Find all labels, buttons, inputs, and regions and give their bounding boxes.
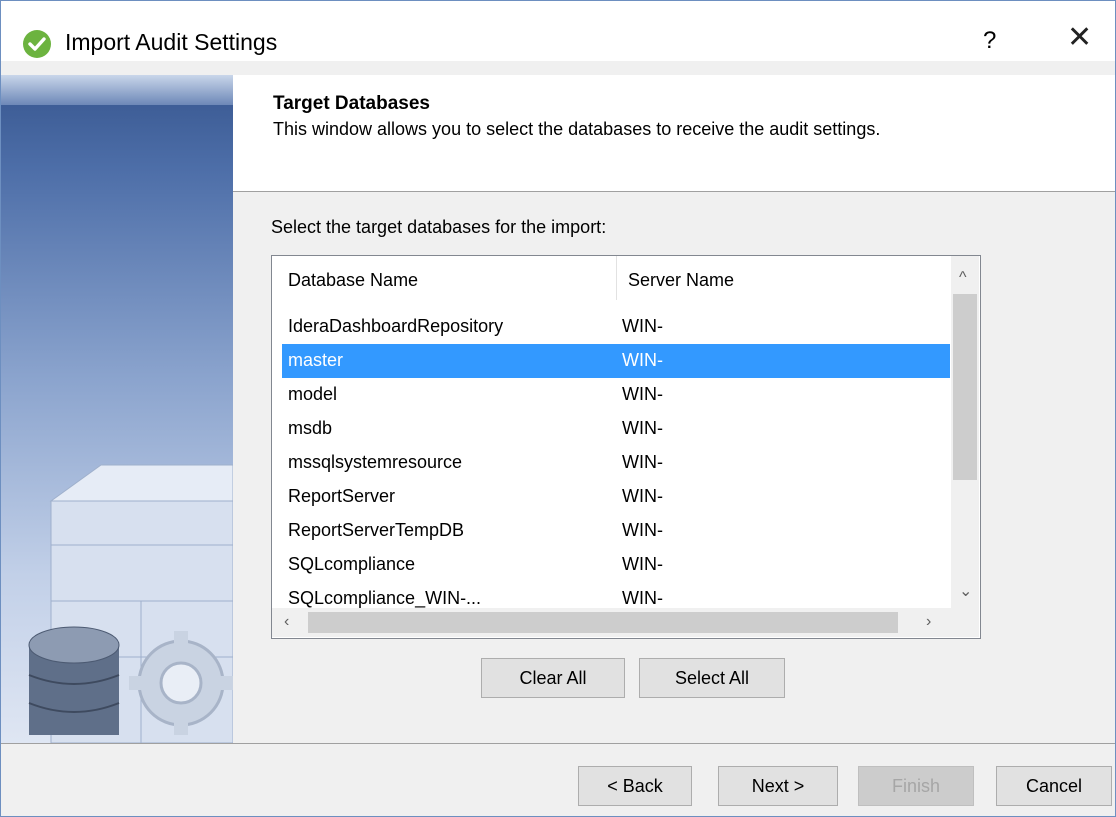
vertical-scroll-thumb[interactable] [953, 294, 977, 480]
scroll-up-arrow-icon[interactable]: ^ [959, 270, 967, 286]
import-audit-settings-dialog: Import Audit Settings ? ✕ Target Databas… [0, 0, 1116, 817]
server-name-cell: WIN- [622, 384, 663, 404]
server-name-cell: WIN- [622, 588, 663, 608]
database-name-cell: msdb [288, 418, 333, 438]
database-name-cell: mssqlsystemresource [288, 452, 463, 472]
column-header-server-name[interactable]: Server Name [628, 270, 734, 291]
horizontal-scroll-thumb[interactable] [308, 612, 898, 633]
wizard-banner [1, 75, 233, 743]
database-name-cell: SQLcompliance_WIN-... [288, 588, 482, 608]
server-name-cell: WIN- [622, 418, 663, 438]
database-gear-icon [28, 464, 233, 743]
wizard-footer: < Back Next > Finish Cancel [1, 744, 1115, 816]
server-name-cell: WIN- [622, 486, 663, 506]
database-name-cell: SQLcompliance [288, 554, 416, 574]
column-header-database-name[interactable]: Database Name [288, 270, 418, 291]
check-circle-icon [23, 30, 51, 58]
database-name-cell: model [288, 384, 338, 404]
column-separator[interactable] [616, 256, 617, 300]
list-row[interactable]: mssqlsystemresource WIN- [282, 446, 950, 480]
horizontal-scrollbar[interactable]: ‹ › [272, 608, 979, 637]
window-title: Import Audit Settings [65, 29, 278, 55]
help-button[interactable]: ? [983, 27, 996, 55]
target-databases-list[interactable]: Database Name Server Name IderaDashboard… [271, 255, 981, 639]
list-row[interactable]: SQLcompliance WIN- [282, 548, 950, 582]
list-row[interactable]: model WIN- [282, 378, 950, 412]
instruction-label: Select the target databases for the impo… [271, 217, 607, 237]
list-row[interactable]: ReportServer WIN- [282, 480, 950, 514]
title-bar: Import Audit Settings ? ✕ [1, 1, 1115, 61]
server-name-cell: WIN- [622, 520, 663, 540]
server-name-cell: WIN- [622, 452, 663, 472]
cancel-button[interactable]: Cancel [996, 766, 1112, 806]
database-name-cell: master [288, 350, 344, 370]
list-row[interactable]: IderaDashboardRepository WIN- [282, 310, 950, 344]
page-title: Target Databases [273, 93, 430, 114]
scroll-left-arrow-icon[interactable]: ‹ [284, 614, 289, 630]
vertical-scrollbar[interactable]: ^ ⌄ [951, 256, 979, 608]
clear-all-button[interactable]: Clear All [481, 658, 625, 698]
list-row[interactable]: SQLcompliance_WIN-... WIN- [282, 582, 950, 608]
database-name-cell: ReportServer [288, 486, 396, 506]
list-row[interactable]: ReportServerTempDB WIN- [282, 514, 950, 548]
finish-button[interactable]: Finish [858, 766, 974, 806]
server-name-cell: WIN- [622, 350, 663, 370]
scroll-down-arrow-icon[interactable]: ⌄ [959, 584, 972, 600]
server-name-cell: WIN- [622, 554, 663, 574]
database-name-cell: ReportServerTempDB [288, 520, 465, 540]
wizard-header: Target Databases This window allows you … [233, 75, 1115, 192]
list-row-selected[interactable]: master WIN- [282, 344, 950, 378]
list-row[interactable]: msdb WIN- [282, 412, 950, 446]
server-name-cell: WIN- [622, 316, 663, 336]
select-all-button[interactable]: Select All [639, 658, 785, 698]
back-button[interactable]: < Back [578, 766, 692, 806]
next-button[interactable]: Next > [718, 766, 838, 806]
scroll-right-arrow-icon[interactable]: › [926, 614, 931, 630]
close-button[interactable]: ✕ [1067, 23, 1092, 53]
database-name-cell: IderaDashboardRepository [288, 316, 504, 336]
page-description: This window allows you to select the dat… [273, 119, 881, 139]
